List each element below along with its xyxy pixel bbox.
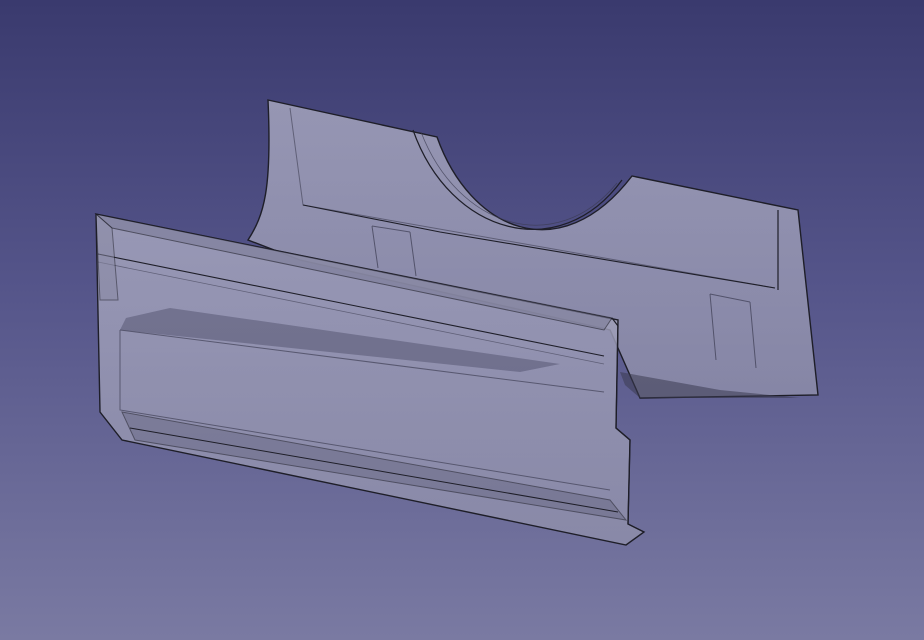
model-render[interactable]	[0, 0, 924, 640]
3d-viewport[interactable]	[0, 0, 924, 640]
